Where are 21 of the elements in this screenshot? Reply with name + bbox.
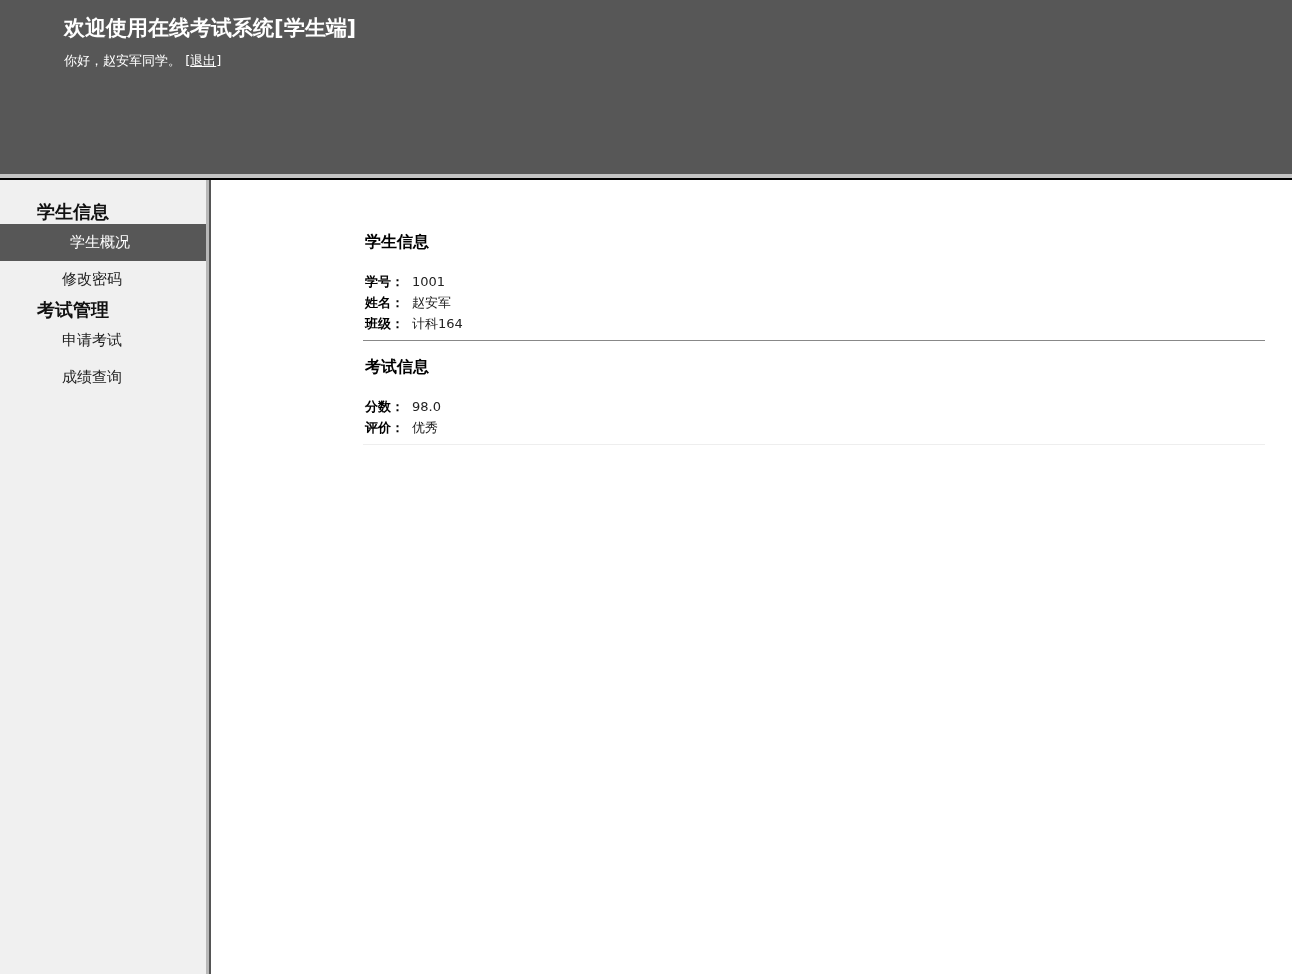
sidebar-group-title: 学生信息 bbox=[36, 200, 110, 224]
field-value: 赵安军 bbox=[412, 295, 451, 310]
sidebar-item[interactable]: 成绩查询 bbox=[0, 359, 206, 396]
field-value: 98.0 bbox=[412, 399, 441, 414]
logout-link[interactable]: 退出 bbox=[190, 53, 217, 68]
field-label: 分数： bbox=[365, 398, 405, 416]
field-value: 1001 bbox=[412, 274, 446, 289]
field-value: 优秀 bbox=[412, 420, 438, 435]
field-label: 姓名： bbox=[365, 294, 405, 312]
sidebar-item[interactable]: 申请考试 bbox=[0, 322, 206, 359]
field-value: 计科164 bbox=[412, 316, 463, 331]
sidebar-group-title: 考试管理 bbox=[36, 298, 110, 322]
page-title: 欢迎使用在线考试系统[学生端] bbox=[64, 15, 358, 42]
greeting-text: 你好，赵安军同学。 [退出] bbox=[64, 52, 223, 70]
sidebar-item[interactable]: 学生概况 bbox=[0, 224, 206, 261]
sidebar-item[interactable]: 修改密码 bbox=[0, 261, 206, 298]
field-label: 班级： bbox=[365, 315, 405, 333]
section-title: 学生信息 bbox=[364, 232, 430, 253]
section-title: 考试信息 bbox=[364, 357, 430, 378]
field-label: 学号： bbox=[365, 273, 405, 291]
field-label: 评价： bbox=[365, 419, 405, 437]
